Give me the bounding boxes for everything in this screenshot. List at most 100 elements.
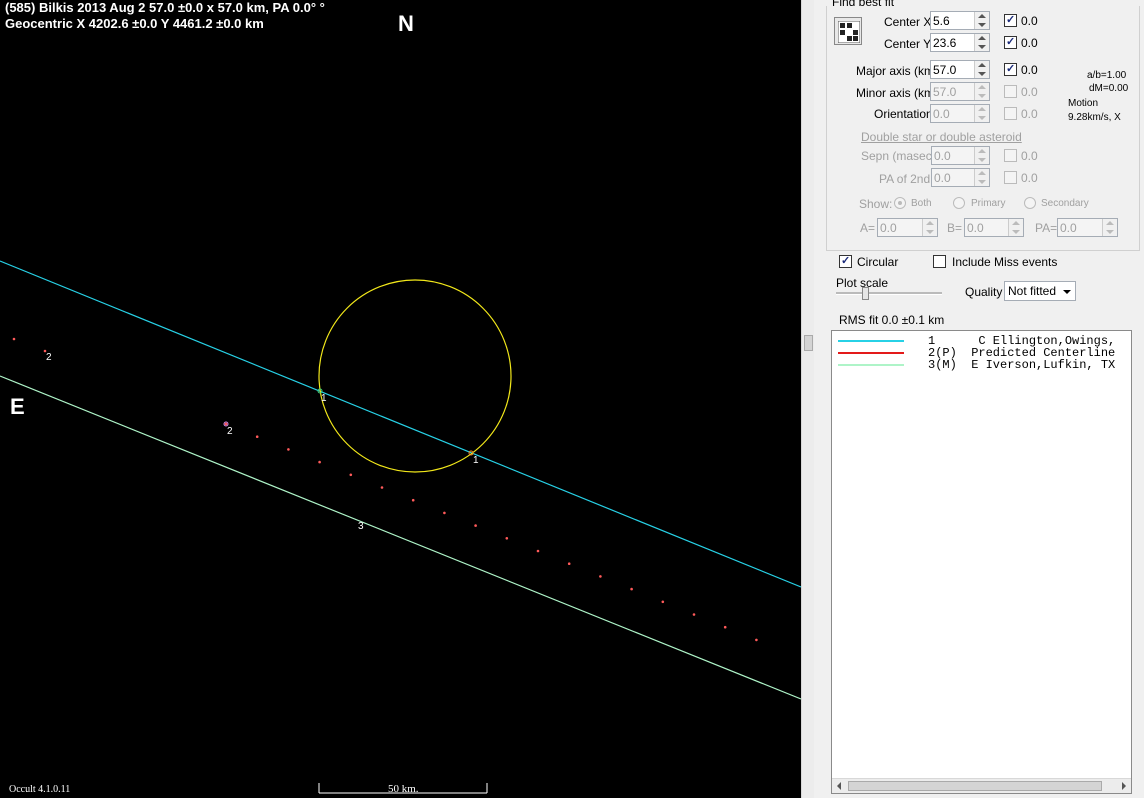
a-input[interactable] — [880, 220, 920, 235]
center-y-checkbox[interactable]: ✓ — [1004, 36, 1017, 49]
chord-label-1a: 1 — [321, 393, 327, 404]
major-axis-spinner[interactable] — [930, 60, 990, 79]
vertical-scrollbar[interactable] — [801, 0, 815, 798]
center-x-arrows[interactable] — [974, 12, 989, 29]
sepn-spinner[interactable] — [931, 146, 990, 165]
pa-arrows[interactable] — [1102, 219, 1117, 236]
minor-axis-arrows[interactable] — [974, 83, 989, 100]
plot-scale-slider[interactable] — [836, 287, 942, 300]
orientation-spinner[interactable] — [930, 104, 990, 123]
pa2-label: PA of 2nd — [879, 172, 931, 186]
pa2-spinner[interactable] — [931, 168, 990, 187]
predicted-dot — [599, 575, 602, 578]
pa2-uncertainty: 0.0 — [1021, 171, 1038, 185]
scrollbar-thumb[interactable] — [804, 335, 813, 351]
show-secondary-radio[interactable] — [1024, 197, 1036, 209]
center-y-input[interactable] — [933, 35, 973, 50]
sepn-input[interactable] — [934, 148, 974, 163]
predicted-dot — [380, 486, 384, 489]
east-label: E — [10, 394, 25, 419]
find-best-fit-button[interactable] — [834, 17, 862, 45]
pa-label: PA= — [1035, 221, 1058, 235]
scale-label: 50 km. — [388, 783, 419, 795]
predicted-dot — [474, 524, 477, 527]
major-axis-arrows[interactable] — [974, 61, 989, 78]
quality-value: Not fitted — [1008, 284, 1057, 298]
plot-scale-thumb[interactable] — [862, 287, 869, 300]
pa2-arrows[interactable] — [974, 169, 989, 186]
show-primary-label: Primary — [971, 198, 1006, 209]
show-primary-radio[interactable] — [953, 197, 965, 209]
legend-row-3[interactable]: 3(M) E Iverson,Lufkin, TX — [832, 358, 1131, 372]
pa-input[interactable] — [1060, 220, 1100, 235]
show-label: Show: — [859, 197, 893, 211]
predicted-dot — [755, 638, 758, 642]
pa2-input[interactable] — [934, 170, 974, 185]
b-input[interactable] — [967, 220, 1007, 235]
center-y-spinner[interactable] — [930, 33, 990, 52]
legend-scroll-thumb[interactable] — [848, 781, 1102, 791]
legend-line-2 — [838, 352, 904, 354]
chord-label-2a: 2 — [46, 352, 52, 363]
event-title: (585) Bilkis 2013 Aug 2 57.0 ±0.0 x 57.0… — [5, 0, 325, 15]
show-both-label: Both — [911, 198, 932, 209]
chord-label-2b: 2 — [227, 426, 233, 437]
asteroid-profile-ellipse — [318, 279, 512, 473]
center-x-spinner[interactable] — [930, 11, 990, 30]
legend-text-3: 3(M) E Iverson,Lufkin, TX — [928, 358, 1116, 372]
show-both-radio[interactable] — [894, 197, 906, 209]
predicted-dot — [536, 549, 540, 553]
sepn-label: Sepn (masec) — [861, 149, 936, 163]
pa2-checkbox[interactable] — [1004, 171, 1017, 184]
predicted-dot — [287, 448, 290, 451]
b-arrows[interactable] — [1008, 219, 1023, 236]
a-spinner[interactable] — [877, 218, 938, 237]
find-best-fit-label: Find best fit — [832, 0, 895, 9]
delta-magnitude: dM=0.00 — [1089, 83, 1129, 94]
orientation-arrows[interactable] — [974, 105, 989, 122]
legend-horizontal-scrollbar[interactable] — [832, 778, 1131, 793]
minor-axis-uncertainty: 0.0 — [1021, 85, 1038, 99]
include-miss-checkbox[interactable] — [933, 255, 946, 268]
quality-dropdown[interactable]: Not fitted — [1004, 281, 1076, 301]
scroll-right-icon[interactable] — [1122, 782, 1126, 790]
pa-spinner[interactable] — [1057, 218, 1118, 237]
plot-canvas — [0, 260, 801, 794]
double-star-label: Double star or double asteroid — [861, 130, 1022, 144]
predicted-dot — [443, 511, 446, 515]
sepn-arrows[interactable] — [974, 147, 989, 164]
scroll-left-icon[interactable] — [837, 782, 841, 790]
geocentric-coordinates: Geocentric X 4202.6 ±0.0 Y 4461.2 ±0.0 k… — [5, 16, 264, 31]
circular-checkbox[interactable]: ✓ — [839, 255, 852, 268]
fit-grid-icon — [838, 21, 860, 43]
north-label: N — [398, 11, 414, 36]
motion-value: 9.28km/s, X — [1068, 112, 1121, 123]
sepn-checkbox[interactable] — [1004, 149, 1017, 162]
observers-legend-list[interactable]: 1 C Ellington,Owings, 2(P) Predicted Cen… — [831, 330, 1132, 794]
minor-axis-checkbox[interactable] — [1004, 85, 1017, 98]
major-axis-input[interactable] — [933, 62, 973, 77]
predicted-dot — [318, 460, 321, 464]
a-arrows[interactable] — [922, 219, 937, 236]
major-axis-uncertainty: 0.0 — [1021, 63, 1038, 77]
center-x-input[interactable] — [933, 13, 973, 28]
orientation-input[interactable] — [933, 106, 973, 121]
motion-label: Motion — [1068, 98, 1099, 109]
center-y-arrows[interactable] — [974, 34, 989, 51]
quality-label: Quality — [965, 285, 1003, 299]
predicted-dot — [692, 613, 696, 616]
rms-fit-label: RMS fit 0.0 ±0.1 km — [839, 313, 945, 327]
minor-axis-input[interactable] — [933, 84, 973, 99]
center-y-uncertainty: 0.0 — [1021, 36, 1038, 50]
center-x-checkbox[interactable]: ✓ — [1004, 14, 1017, 27]
predicted-dot — [255, 435, 259, 439]
legend-line-1 — [838, 340, 904, 342]
minor-axis-label: Minor axis (km) — [856, 86, 939, 100]
minor-axis-spinner[interactable] — [930, 82, 990, 101]
orientation-checkbox[interactable] — [1004, 107, 1017, 120]
b-spinner[interactable] — [964, 218, 1024, 237]
center-x-uncertainty: 0.0 — [1021, 14, 1038, 28]
predicted-dot — [12, 337, 16, 341]
plot-area[interactable]: (585) Bilkis 2013 Aug 2 57.0 ±0.0 x 57.0… — [0, 0, 801, 798]
major-axis-checkbox[interactable]: ✓ — [1004, 63, 1017, 76]
